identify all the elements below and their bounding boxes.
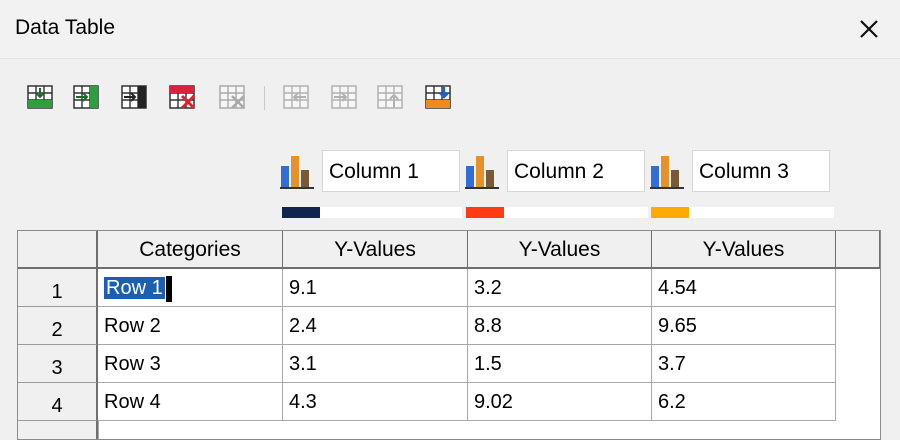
table-cell[interactable]: Row 2 bbox=[98, 307, 283, 345]
insert-text-column-button[interactable] bbox=[120, 82, 150, 112]
bar-chart-icon bbox=[465, 156, 499, 189]
move-column-right-button[interactable] bbox=[330, 82, 360, 112]
table-cell[interactable]: 9.1 bbox=[283, 269, 468, 307]
table-cell-selected[interactable]: Row 1 bbox=[98, 269, 283, 307]
row-header[interactable]: 3 bbox=[18, 345, 98, 383]
table-cell[interactable]: 1.5 bbox=[468, 345, 652, 383]
color-swatch[interactable] bbox=[651, 207, 689, 218]
table-cell[interactable]: 3.1 bbox=[283, 345, 468, 383]
move-column-left-button[interactable] bbox=[282, 82, 312, 112]
row-header[interactable]: 4 bbox=[18, 383, 98, 421]
grid-line bbox=[98, 421, 99, 439]
delete-column-button[interactable] bbox=[218, 82, 248, 112]
color-swatch[interactable] bbox=[282, 207, 320, 218]
table-cell[interactable]: 9.65 bbox=[652, 307, 836, 345]
data-grid: Categories Y-Values Y-Values Y-Values 1 … bbox=[17, 230, 881, 440]
vertical-scrollbar[interactable] bbox=[883, 230, 900, 438]
move-column-left-icon bbox=[283, 85, 309, 109]
delete-column-icon bbox=[219, 85, 245, 109]
table-cell[interactable]: 3.2 bbox=[468, 269, 652, 307]
insert-row-icon bbox=[27, 85, 53, 109]
title-bar: Data Table bbox=[0, 0, 900, 59]
bar-chart-icon bbox=[280, 156, 314, 189]
series-color-bar-3 bbox=[651, 207, 834, 218]
row-header[interactable]: 1 bbox=[18, 269, 98, 307]
row-header[interactable] bbox=[18, 421, 98, 439]
color-swatch[interactable] bbox=[466, 207, 504, 218]
move-row-down-button[interactable] bbox=[424, 82, 454, 112]
toolbar-separator bbox=[264, 86, 265, 110]
series-name-input[interactable]: Column 3 bbox=[692, 150, 830, 192]
move-row-up-icon bbox=[377, 85, 403, 109]
table-cell[interactable]: 6.2 bbox=[652, 383, 836, 421]
table-cell[interactable]: Row 4 bbox=[98, 383, 283, 421]
table-cell[interactable]: 3.7 bbox=[652, 345, 836, 383]
selected-text: Row 1 bbox=[104, 277, 165, 299]
table-cell[interactable]: 4.54 bbox=[652, 269, 836, 307]
column-header-y-values-2: Y-Values bbox=[468, 231, 652, 269]
text-caret bbox=[165, 275, 172, 302]
table-cell[interactable]: 4.3 bbox=[283, 383, 468, 421]
close-button[interactable] bbox=[846, 9, 892, 49]
column-header-y-values-3: Y-Values bbox=[652, 231, 836, 269]
column-header-categories: Categories bbox=[98, 231, 283, 269]
table-cell[interactable]: 9.02 bbox=[468, 383, 652, 421]
move-row-down-icon bbox=[425, 85, 451, 109]
series-name-input[interactable]: Column 1 bbox=[322, 150, 460, 192]
insert-column-icon bbox=[73, 85, 99, 109]
insert-text-column-icon bbox=[121, 85, 147, 109]
move-row-up-button[interactable] bbox=[376, 82, 406, 112]
delete-row-button[interactable] bbox=[168, 82, 198, 112]
insert-column-button[interactable] bbox=[72, 82, 102, 112]
window-title: Data Table bbox=[15, 16, 116, 39]
move-column-right-icon bbox=[331, 85, 357, 109]
series-name-input[interactable]: Column 2 bbox=[507, 150, 645, 192]
series-color-bar-2 bbox=[466, 207, 648, 218]
row-header[interactable]: 2 bbox=[18, 307, 98, 345]
column-header-empty bbox=[836, 231, 880, 269]
table-cell[interactable]: 2.4 bbox=[283, 307, 468, 345]
bar-chart-icon bbox=[650, 156, 684, 189]
insert-row-button[interactable] bbox=[26, 82, 56, 112]
table-cell[interactable]: 8.8 bbox=[468, 307, 652, 345]
delete-row-icon bbox=[169, 85, 196, 110]
close-icon bbox=[860, 20, 878, 38]
series-color-bar-1 bbox=[282, 207, 462, 218]
column-header-y-values-1: Y-Values bbox=[283, 231, 468, 269]
table-cell[interactable]: Row 3 bbox=[98, 345, 283, 383]
corner-header bbox=[18, 231, 98, 269]
